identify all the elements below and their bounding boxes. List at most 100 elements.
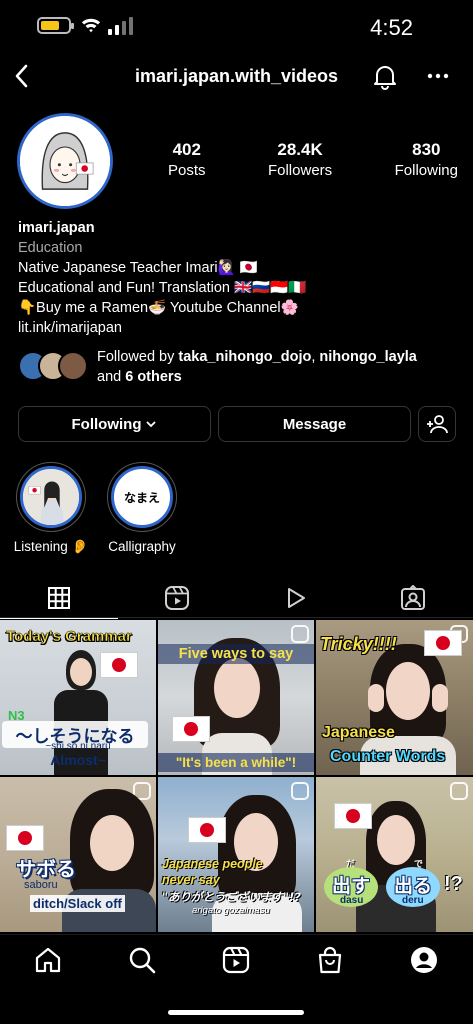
bio-line: Native Japanese Teacher Imari🙋🏻‍♀️ 🇯🇵	[18, 260, 258, 276]
avatar[interactable]	[17, 113, 113, 209]
followed-by-text: Followed by taka_nihongo_dojo, nihongo_l…	[97, 347, 457, 387]
post-caption: Today's Grammar	[6, 628, 132, 645]
post-thumbnail[interactable]: サボる saboru ditch/Slack off	[0, 777, 156, 932]
followed-by[interactable]: Followed by taka_nihongo_dojo, nihongo_l…	[18, 347, 458, 389]
following-button[interactable]: Following	[18, 406, 211, 442]
stat-value: 28.4K	[277, 140, 323, 159]
highlight-calligraphy[interactable]: なまえ Calligraphy	[97, 462, 187, 554]
post-thumbnail[interactable]: Japanese people never say "ありがとうございます"!?…	[158, 777, 314, 932]
post-caption: サボる	[16, 857, 76, 881]
post-caption: arigato gozaimasu	[192, 905, 270, 916]
mutual-avatars	[18, 351, 90, 383]
page-title: imari.japan.with_videos	[134, 66, 339, 86]
story-highlights: Listening 👂 なまえ Calligraphy	[0, 462, 473, 562]
profile-name: imari.japan	[18, 220, 95, 236]
post-caption: dasu	[340, 895, 364, 906]
post-caption: never say	[162, 873, 220, 887]
reel-icon	[291, 625, 309, 643]
post-caption: 出す	[332, 875, 371, 897]
highlight-ring	[16, 462, 86, 532]
post-caption: Japanese	[322, 724, 395, 741]
tab-videos[interactable]	[236, 578, 354, 618]
reels-icon	[165, 586, 189, 610]
post-caption: "ありがとうございます"!?	[162, 890, 301, 904]
grid-icon	[48, 587, 70, 609]
post-thumbnail[interactable]: Tricky!!!! Japanese Counter Words	[316, 620, 473, 775]
highlight-listening[interactable]: Listening 👂	[6, 462, 96, 555]
highlight-cover	[20, 466, 82, 528]
post-thumbnail[interactable]: だ 出す dasu で 出る deru !?	[316, 777, 473, 932]
stat-value: 830	[412, 140, 441, 159]
notification-bell-icon[interactable]	[372, 62, 398, 90]
tab-tagged[interactable]	[354, 578, 472, 618]
post-grid: Today's Grammar N3 〜しそうになる ~shi sō ni na…	[0, 620, 473, 933]
post-thumbnail[interactable]: Five ways to say "It's been a while"!	[158, 620, 314, 775]
japan-flag-icon	[188, 817, 226, 843]
post-caption: !?	[444, 873, 463, 895]
posts-count[interactable]: 402 Posts	[168, 140, 206, 179]
profile-header: imari.japan.with_videos	[0, 52, 473, 100]
message-button[interactable]: Message	[218, 406, 411, 442]
cellular-signal-icon	[108, 17, 134, 35]
status-bar: 4:52	[0, 0, 473, 52]
tagged-icon	[401, 585, 425, 610]
post-caption: 出る	[394, 875, 433, 897]
post-caption: deru	[402, 895, 424, 906]
stat-label: Posts	[168, 162, 206, 179]
shop-icon[interactable]	[315, 945, 345, 975]
post-thumbnail[interactable]: Today's Grammar N3 〜しそうになる ~shi sō ni na…	[0, 620, 156, 775]
profile-category: Education	[18, 240, 83, 256]
highlight-ring: なまえ	[107, 462, 177, 532]
add-user-icon	[427, 415, 448, 434]
mutual-user: taka_nihongo_dojo	[178, 349, 312, 365]
chevron-down-icon	[146, 421, 157, 428]
bio-line: 👇Buy me a Ramen🍜 Youtube Channel🌸	[18, 300, 299, 316]
mutual-user: nihongo_layla	[319, 349, 417, 365]
post-caption: ditch/Slack off	[30, 895, 125, 912]
play-icon	[288, 588, 305, 608]
profile-stats: 402 Posts 28.4K Followers 830 Following	[168, 140, 458, 179]
home-icon[interactable]	[33, 945, 63, 975]
stat-label: Following	[394, 162, 458, 179]
search-icon[interactable]	[127, 945, 157, 975]
stat-label: Followers	[267, 162, 333, 179]
reels-icon[interactable]	[221, 945, 251, 975]
following-count[interactable]: 830 Following	[395, 140, 458, 179]
japan-flag-icon	[334, 803, 372, 829]
bio-line: Educational and Fun! Translation 🇬🇧🇷🇺🇮🇩🇮…	[18, 280, 307, 296]
highlight-label: Listening 👂	[13, 539, 89, 554]
wifi-icon	[81, 18, 101, 33]
mutual-others: 6 others	[125, 369, 182, 385]
post-caption: ~shi sō ni naru	[45, 741, 111, 752]
tab-posts-grid[interactable]	[0, 578, 118, 619]
japan-flag-icon	[100, 652, 138, 678]
bottom-navigation	[0, 934, 473, 1024]
avatar-illustration	[20, 116, 110, 206]
status-time: 4:52	[370, 15, 413, 40]
highlight-label: Calligraphy	[108, 539, 176, 554]
tab-reels[interactable]	[118, 578, 236, 618]
bio-link[interactable]: lit.ink/imarijapan	[18, 318, 458, 338]
followed-and-visible: and	[97, 369, 126, 385]
post-caption: Counter Words	[330, 748, 446, 765]
followers-count[interactable]: 28.4K Followers	[268, 140, 332, 179]
home-indicator	[168, 1010, 304, 1015]
reel-icon	[450, 782, 468, 800]
profile-actions: Following Message	[18, 406, 456, 442]
more-options-icon[interactable]	[425, 64, 451, 88]
battery-icon	[37, 17, 74, 34]
post-caption: Tricky!!!!	[320, 634, 397, 654]
post-caption: Japanese people	[162, 857, 263, 871]
post-caption: "It's been a while"!	[158, 753, 314, 772]
post-caption: saboru	[24, 879, 58, 891]
add-user-button[interactable]	[418, 406, 456, 442]
content-tabs	[0, 578, 473, 619]
stat-value: 402	[172, 140, 201, 159]
profile-icon[interactable]	[409, 945, 439, 975]
followed-prefix: Followed by	[97, 349, 179, 365]
japan-flag-icon	[172, 716, 210, 742]
japan-flag-icon	[6, 825, 44, 851]
mutual-avatar	[58, 351, 88, 381]
following-label: Following	[71, 415, 142, 433]
post-caption: Almost~	[50, 752, 106, 768]
